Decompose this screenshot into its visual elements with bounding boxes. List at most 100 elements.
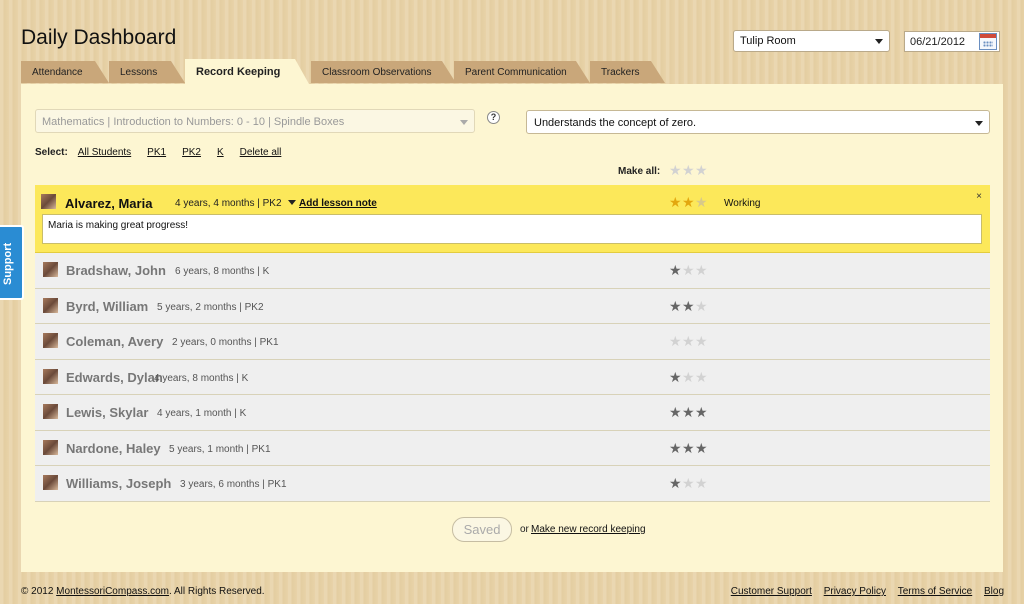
blog-link[interactable]: Blog	[984, 586, 1004, 597]
support-label: Support	[2, 242, 14, 285]
tab-lessons[interactable]: Lessons	[109, 61, 185, 83]
select-all-students-link[interactable]: All Students	[78, 147, 131, 158]
star-icon[interactable]: ★	[695, 334, 708, 348]
rating-stars[interactable]: ★★★	[669, 263, 708, 278]
star-icon[interactable]: ★	[669, 163, 682, 177]
star-icon[interactable]: ★	[682, 405, 695, 419]
concept-select[interactable]: Understands the concept of zero.	[526, 110, 990, 134]
star-icon[interactable]: ★	[695, 195, 708, 209]
rating-stars[interactable]: ★★★	[669, 370, 708, 385]
date-value: 06/21/2012	[910, 36, 966, 48]
student-row[interactable]: Byrd, William 5 years, 2 months | PK2 ★★★	[35, 288, 990, 324]
room-select[interactable]: Tulip Room	[733, 30, 890, 52]
footer-copyright: © 2012 MontessoriCompass.com. All Rights…	[21, 586, 265, 597]
star-icon[interactable]: ★	[682, 195, 695, 209]
star-icon[interactable]: ★	[669, 195, 682, 209]
star-icon[interactable]: ★	[682, 441, 695, 455]
star-icon[interactable]: ★	[669, 441, 682, 455]
student-name[interactable]: Nardone, Haley	[66, 441, 161, 456]
star-icon[interactable]: ★	[695, 441, 708, 455]
student-name[interactable]: Coleman, Avery	[66, 334, 163, 349]
add-lesson-note-link[interactable]: Add lesson note	[288, 198, 377, 209]
student-name[interactable]: Williams, Joseph	[66, 476, 171, 491]
date-input[interactable]: 06/21/2012	[904, 31, 1000, 52]
student-name[interactable]: Alvarez, Maria	[65, 196, 152, 211]
student-name[interactable]: Lewis, Skylar	[66, 405, 148, 420]
select-pk1-link[interactable]: PK1	[147, 147, 166, 158]
support-tab[interactable]: Support	[0, 225, 24, 300]
student-name[interactable]: Byrd, William	[66, 299, 148, 314]
student-name[interactable]: Bradshaw, John	[66, 263, 166, 278]
tab-trackers[interactable]: Trackers	[590, 61, 665, 83]
avatar	[43, 439, 58, 455]
tab-parent-communication[interactable]: Parent Communication	[454, 61, 590, 83]
star-icon[interactable]: ★	[695, 299, 708, 313]
make-all-stars[interactable]: ★★★	[669, 163, 708, 178]
delete-all-link[interactable]: Delete all	[240, 147, 282, 158]
star-icon[interactable]: ★	[695, 263, 708, 277]
star-icon[interactable]: ★	[695, 405, 708, 419]
star-icon[interactable]: ★	[669, 405, 682, 419]
student-meta: 5 years, 2 months | PK2	[157, 301, 264, 313]
copyright-suffix: . All Rights Reserved.	[168, 586, 265, 597]
customer-support-link[interactable]: Customer Support	[731, 586, 812, 597]
terms-of-service-link[interactable]: Terms of Service	[898, 586, 972, 597]
make-new-record-link[interactable]: Make new record keeping	[531, 524, 646, 535]
close-icon[interactable]: ×	[976, 191, 982, 202]
rating-stars[interactable]: ★★★	[669, 405, 708, 420]
tab-attendance[interactable]: Attendance	[21, 61, 109, 83]
page-title: Daily Dashboard	[21, 26, 177, 49]
student-name[interactable]: Edwards, Dylan	[66, 370, 163, 385]
student-row[interactable]: Lewis, Skylar 4 years, 1 month | K ★★★	[35, 395, 990, 431]
star-icon[interactable]: ★	[682, 163, 695, 177]
room-select-value: Tulip Room	[740, 35, 796, 47]
tab-record-keeping[interactable]: Record Keeping	[185, 59, 309, 84]
privacy-policy-link[interactable]: Privacy Policy	[824, 586, 886, 597]
star-icon[interactable]: ★	[682, 299, 695, 313]
calendar-icon[interactable]	[979, 33, 997, 50]
student-row[interactable]: Bradshaw, John 6 years, 8 months | K ★★★	[35, 253, 990, 289]
star-icon[interactable]: ★	[682, 476, 695, 490]
select-k-link[interactable]: K	[217, 147, 224, 158]
lesson-select[interactable]: Mathematics | Introduction to Numbers: 0…	[35, 109, 475, 133]
star-icon[interactable]: ★	[669, 334, 682, 348]
student-row[interactable]: Edwards, Dylan 4 years, 8 months | K ★★★	[35, 359, 990, 395]
lesson-note-field[interactable]: Maria is making great progress!	[42, 214, 982, 244]
add-lesson-note-label: Add lesson note	[299, 198, 377, 209]
rating-stars[interactable]: ★★★	[669, 195, 708, 210]
student-row[interactable]: Williams, Joseph 3 years, 6 months | PK1 ★…	[35, 466, 990, 502]
make-all-label: Make all:	[618, 166, 661, 177]
triangle-down-icon	[288, 200, 296, 205]
star-icon[interactable]: ★	[669, 370, 682, 384]
chevron-down-icon	[875, 39, 883, 44]
star-icon[interactable]: ★	[695, 370, 708, 384]
select-label: Select:	[35, 147, 68, 158]
star-icon[interactable]: ★	[682, 334, 695, 348]
avatar	[43, 262, 58, 277]
rating-stars[interactable]: ★★★	[669, 299, 708, 314]
star-icon[interactable]: ★	[669, 299, 682, 313]
saved-button[interactable]: Saved	[452, 517, 512, 542]
avatar	[43, 404, 58, 419]
star-icon[interactable]: ★	[682, 263, 695, 277]
student-row[interactable]: Coleman, Avery 2 years, 0 months | PK1 ★★★	[35, 324, 990, 360]
tab-classroom-observations[interactable]: Classroom Observations	[311, 61, 456, 83]
star-icon[interactable]: ★	[682, 370, 695, 384]
or-text: or	[520, 524, 529, 535]
footer-links: Customer Support Privacy Policy Terms of…	[722, 586, 1004, 597]
star-icon[interactable]: ★	[669, 263, 682, 277]
copyright-site-link[interactable]: MontessoriCompass.com	[56, 586, 169, 597]
rating-stars[interactable]: ★★★	[669, 334, 708, 349]
record-keeping-panel: Mathematics | Introduction to Numbers: 0…	[21, 84, 1003, 572]
help-icon[interactable]: ?	[487, 111, 500, 124]
select-pk2-link[interactable]: PK2	[182, 147, 201, 158]
student-row[interactable]: Alvarez, Maria 4 years, 4 months | PK2 ★★★…	[35, 185, 990, 253]
student-row[interactable]: Nardone, Haley 5 years, 1 month | PK1 ★★★	[35, 430, 990, 466]
star-icon[interactable]: ★	[695, 476, 708, 490]
chevron-down-icon	[975, 121, 983, 126]
rating-stars[interactable]: ★★★	[669, 441, 708, 456]
avatar	[43, 297, 58, 313]
rating-stars[interactable]: ★★★	[669, 476, 708, 491]
star-icon[interactable]: ★	[695, 163, 708, 177]
star-icon[interactable]: ★	[669, 476, 682, 490]
